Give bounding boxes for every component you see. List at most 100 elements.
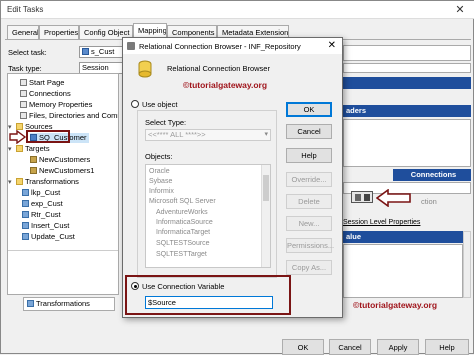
tree-node-connections[interactable]: Connections — [12, 89, 71, 99]
tree-node-newcustomers1[interactable]: NewCustomers1 — [30, 166, 94, 176]
apply-button[interactable]: Apply — [377, 339, 419, 355]
watermark-top: ©tutorialgateway.org — [183, 80, 268, 90]
new-button[interactable]: New... — [286, 216, 332, 231]
target-icon — [30, 167, 37, 174]
bottom-tab-label: Transformations — [36, 299, 90, 308]
transformation-icon — [22, 233, 29, 240]
transformations-bottom-tab[interactable]: Transformations — [23, 297, 115, 311]
target-icon — [30, 156, 37, 163]
connection-browse-button[interactable] — [351, 191, 373, 203]
tree-node-label: Connections — [29, 89, 71, 98]
page-icon — [20, 112, 27, 119]
dialog-title: Relational Connection Browser - INF_Repo… — [139, 42, 301, 51]
highlight-box-sq-customer — [26, 130, 70, 143]
folder-icon — [16, 145, 23, 152]
readers-header: aders — [343, 105, 471, 117]
page-icon — [20, 101, 27, 108]
window-title: Edit Tasks — [7, 5, 44, 14]
connections-value-text: ction — [421, 197, 437, 206]
permissions-button[interactable]: Permissions... — [286, 238, 334, 253]
browse-icon-2 — [364, 194, 370, 201]
tree-node-label: Start Page — [29, 78, 65, 87]
objects-list[interactable]: Oracle Sybase Informix Microsoft SQL Ser… — [145, 164, 271, 268]
help-button[interactable]: Help — [425, 339, 469, 355]
close-icon[interactable]: ✕ — [445, 1, 474, 19]
tree-node-start-page[interactable]: Start Page — [12, 78, 64, 88]
scrollbar-thumb[interactable] — [263, 175, 269, 201]
transformation-icon — [22, 211, 29, 218]
list-item[interactable]: Oracle — [149, 168, 170, 175]
dialog-cancel-button[interactable]: Cancel — [286, 124, 332, 139]
right-top-field-2[interactable] — [343, 63, 471, 73]
use-object-radio[interactable] — [131, 100, 139, 108]
list-item[interactable]: SQLTESTTarget — [156, 251, 207, 258]
tree-node-targets[interactable]: ▾ Targets — [8, 144, 50, 155]
delete-button[interactable]: Delete — [286, 194, 332, 209]
tree-node-insert-cust[interactable]: Insert_Cust — [22, 221, 69, 231]
dialog-subtitle: Relational Connection Browser — [167, 64, 270, 73]
objects-scrollbar[interactable] — [261, 165, 270, 267]
tree-node-exp-cust[interactable]: exp_Cust — [22, 199, 63, 209]
transformation-icon — [22, 222, 29, 229]
list-item[interactable]: AdventureWorks — [156, 209, 208, 216]
dialog-help-button[interactable]: Help — [286, 148, 332, 163]
tab-general[interactable]: General — [7, 25, 39, 39]
list-item[interactable]: InformaticaSource — [156, 219, 213, 226]
tree-node-transformations[interactable]: ▾ Transformations — [8, 177, 79, 188]
tree-divider — [8, 250, 118, 251]
right-top-header — [343, 77, 471, 89]
tree-node-label: Update_Cust — [31, 232, 75, 241]
copy-as-button[interactable]: Copy As... — [286, 260, 332, 275]
transformation-icon — [27, 300, 34, 307]
value-header: alue — [343, 231, 463, 243]
ok-button[interactable]: OK — [282, 339, 324, 355]
dialog-ok-button[interactable]: OK — [286, 102, 332, 117]
page-icon — [20, 79, 27, 86]
tree-node-label: Files, Directories and Commands — [29, 111, 118, 120]
chevron-down-icon: ▾ — [264, 131, 268, 138]
right-top-field[interactable] — [343, 45, 471, 61]
use-object-label: Use object — [142, 100, 178, 109]
dialog-title-icon — [127, 42, 135, 50]
tab-properties[interactable]: Properties — [39, 25, 79, 39]
objects-label: Objects: — [145, 152, 173, 161]
properties-scrollbar[interactable] — [463, 231, 471, 298]
tree-node-label: Transformations — [25, 177, 79, 186]
tree-node-rtr-cust[interactable]: Rtr_Cust — [22, 210, 61, 220]
transformation-icon — [22, 189, 29, 196]
tree-node-lkp-cust[interactable]: lkp_Cust — [22, 188, 60, 198]
collapse-icon[interactable]: ▾ — [8, 178, 16, 188]
list-item[interactable]: SQLTESTSource — [156, 240, 210, 247]
folder-icon — [16, 178, 23, 185]
readers-grid[interactable] — [343, 119, 471, 167]
dialog-title-bar: Relational Connection Browser - INF_Repo… — [123, 38, 342, 54]
dialog-close-icon[interactable]: ✕ — [328, 40, 336, 51]
collapse-icon[interactable]: ▾ — [8, 145, 16, 155]
tree-node-files[interactable]: Files, Directories and Commands — [12, 111, 118, 121]
browse-icon — [355, 194, 361, 201]
session-level-properties-link[interactable]: Session Level Properties — [343, 219, 420, 226]
edit-tasks-window: Edit Tasks ✕ General Properties Config O… — [0, 0, 474, 355]
tree-node-newcustomers[interactable]: NewCustomers — [30, 155, 90, 165]
properties-grid[interactable] — [343, 244, 463, 298]
select-task-dropdown[interactable]: s_Cust — [79, 46, 123, 58]
override-button[interactable]: Override... — [286, 172, 332, 187]
page-icon — [20, 90, 27, 97]
list-item[interactable]: Informix — [149, 188, 174, 195]
mapping-tree[interactable]: Start Page Connections Memory Properties… — [7, 73, 119, 295]
folder-icon — [16, 123, 23, 130]
tree-node-memory-properties[interactable]: Memory Properties — [12, 100, 92, 110]
tree-node-label: exp_Cust — [31, 199, 63, 208]
cancel-button[interactable]: Cancel — [329, 339, 371, 355]
tree-node-label: Memory Properties — [29, 100, 93, 109]
list-item[interactable]: Microsoft SQL Server — [149, 198, 216, 205]
tree-node-update-cust[interactable]: Update_Cust — [22, 232, 75, 242]
task-type-label: Task type: — [8, 64, 42, 73]
list-item[interactable]: Sybase — [149, 178, 172, 185]
select-type-dropdown[interactable]: <<**** ALL ****>> ▾ — [145, 129, 271, 141]
tree-node-label: Insert_Cust — [31, 221, 70, 230]
watermark-bottom: ©tutorialgateway.org — [353, 300, 438, 310]
arrow-right-icon — [9, 130, 27, 144]
list-item[interactable]: InformaticaTarget — [156, 229, 210, 236]
tree-node-label: Rtr_Cust — [31, 210, 61, 219]
